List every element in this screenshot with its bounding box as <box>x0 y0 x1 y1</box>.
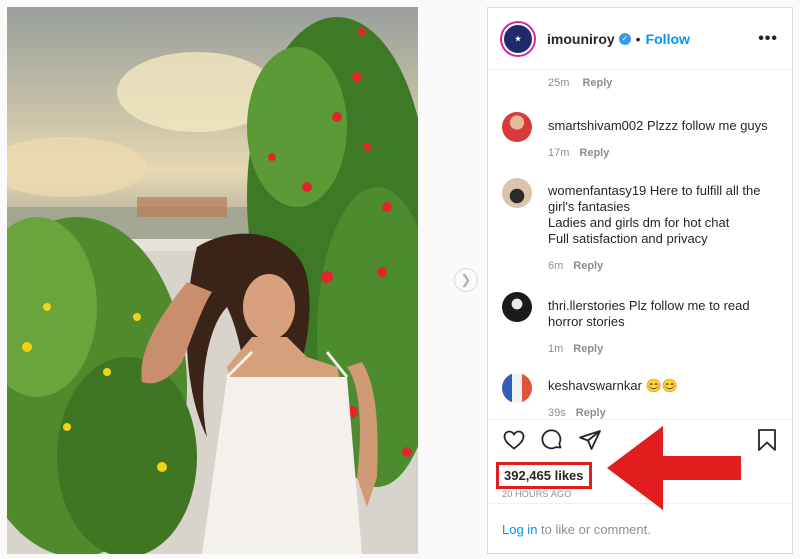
commenter-avatar[interactable] <box>502 292 532 322</box>
comment-time: 39s <box>548 407 566 419</box>
more-options-icon[interactable]: ••• <box>758 30 778 48</box>
comment-text-line-2: Ladies and girls dm for hot chat <box>548 215 730 230</box>
comment-text-line-3: Full satisfaction and privacy <box>548 231 708 246</box>
commenter-username[interactable]: thri.llerstories <box>548 298 625 313</box>
previous-comment-meta: 25m Reply <box>548 77 612 89</box>
post-photo[interactable] <box>7 7 418 554</box>
post-header: ★ imouniroy ✓ • Follow ••• <box>488 8 792 70</box>
bookmark-icon[interactable] <box>756 428 778 452</box>
commenter-username[interactable]: keshavswarnkar <box>548 378 642 393</box>
commenter-avatar[interactable] <box>502 373 532 403</box>
likes-count[interactable]: 392,465 likes <box>496 462 592 489</box>
screenshot-frame: ❯ ★ imouniroy ✓ • Follow ••• 25m Reply s… <box>0 0 800 559</box>
reply-button[interactable]: Reply <box>573 260 603 272</box>
reply-button[interactable]: Reply <box>576 407 606 419</box>
author-avatar[interactable]: ★ <box>502 22 534 55</box>
commenter-avatar[interactable] <box>502 178 532 208</box>
comment-text: 😊😊 <box>645 378 678 393</box>
comment-bubble-icon[interactable] <box>540 428 564 452</box>
login-link[interactable]: Log in <box>502 522 537 537</box>
comment-time: 1m <box>548 343 564 355</box>
verified-check-icon: ✓ <box>618 32 631 45</box>
comment-time: 25m <box>548 77 570 89</box>
comment-time: 17m <box>548 147 570 159</box>
reply-button[interactable]: Reply <box>579 147 609 159</box>
post-timestamp: 20 HOURS AGO <box>502 489 572 499</box>
commenter-username[interactable]: smartshivam002 <box>548 118 643 133</box>
reply-button[interactable]: Reply <box>573 343 603 355</box>
comment-text: Plzzz follow me guys <box>647 118 768 133</box>
author-username[interactable]: imouniroy <box>547 31 615 47</box>
login-suffix: to like or comment. <box>537 521 651 537</box>
commenter-avatar[interactable] <box>502 112 532 142</box>
commenter-username[interactable]: womenfantasy19 <box>548 183 646 198</box>
comment-item: thri.llerstories Plz follow me to read h… <box>502 292 780 357</box>
chevron-right-icon: ❯ <box>460 272 472 287</box>
header-separator: • <box>635 30 641 47</box>
photo-illustration <box>7 17 418 554</box>
next-photo-button[interactable]: ❯ <box>454 268 478 292</box>
comment-item: keshavswarnkar 😊😊 39s Reply <box>502 373 780 421</box>
paper-plane-icon[interactable] <box>578 428 602 452</box>
heart-icon[interactable] <box>502 428 526 452</box>
comment-item: smartshivam002 Plzzz follow me guys 17m R… <box>502 112 780 161</box>
red-arrow-annotation <box>607 426 741 510</box>
comments-list[interactable]: 25m Reply smartshivam002 Plzzz follow me… <box>488 70 792 425</box>
comment-item: womenfantasy19 Here to fulfill all the g… <box>502 178 780 274</box>
follow-button[interactable]: Follow <box>646 31 690 47</box>
reply-button[interactable]: Reply <box>582 77 612 89</box>
comment-time: 6m <box>548 260 564 272</box>
